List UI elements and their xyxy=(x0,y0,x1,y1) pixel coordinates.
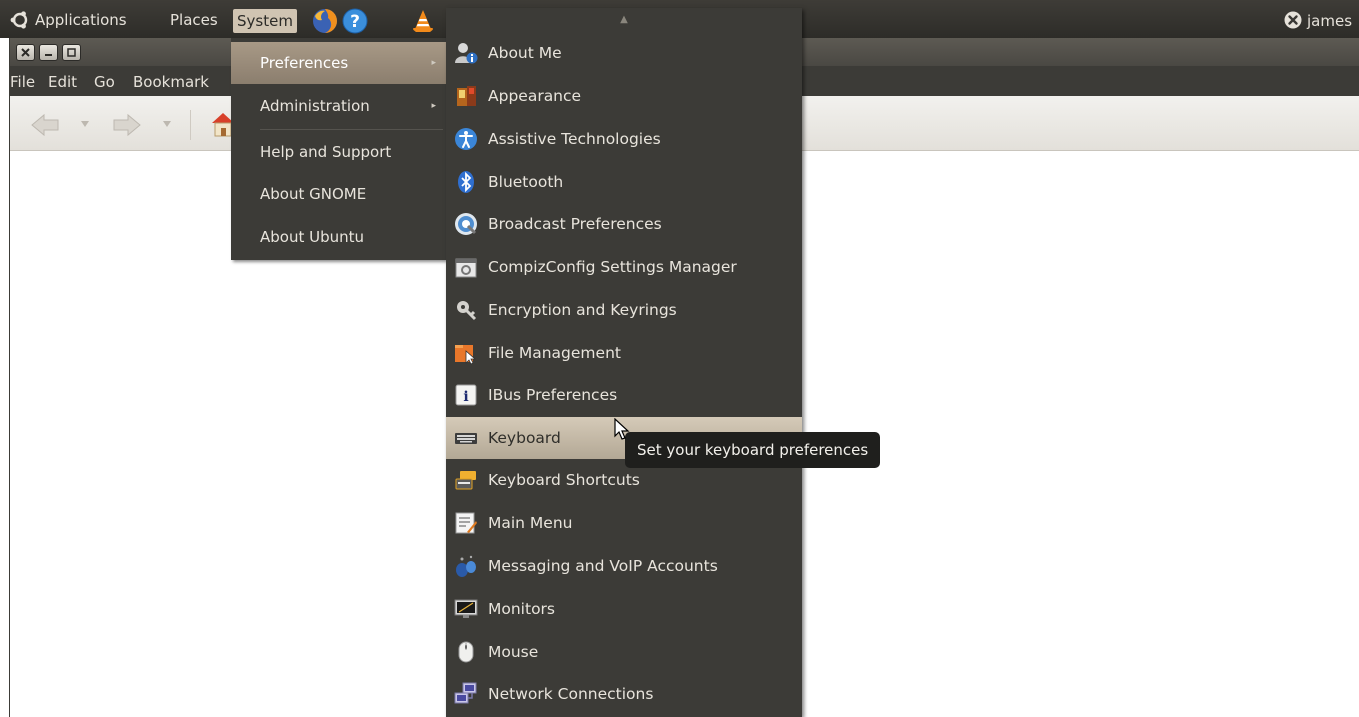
pref-item-label: IBus Preferences xyxy=(488,386,618,404)
forward-arrow-icon[interactable] xyxy=(112,112,142,138)
svg-text:?: ? xyxy=(350,12,360,32)
scroll-up-arrow-icon[interactable]: ▲ xyxy=(446,8,802,32)
back-history-dropdown-icon[interactable] xyxy=(80,120,90,128)
file-management-icon xyxy=(455,345,477,365)
accessibility-icon xyxy=(455,128,477,150)
keyboard-tooltip: Set your keyboard preferences xyxy=(625,432,881,468)
bluetooth-icon xyxy=(458,171,474,193)
menu-item-administration[interactable]: Administration ▸ xyxy=(231,85,446,127)
menu-bookmarks[interactable]: Bookmark xyxy=(133,73,209,91)
menu-edit[interactable]: Edit xyxy=(48,73,77,91)
close-button[interactable] xyxy=(16,44,35,61)
user-menu[interactable]: james xyxy=(1283,10,1352,30)
keyring-icon xyxy=(457,301,477,321)
menu-item-label: Help and Support xyxy=(260,143,392,161)
pref-item-label: Assistive Technologies xyxy=(488,130,661,148)
appearance-icon xyxy=(457,86,476,106)
pref-item-appearance[interactable]: Appearance xyxy=(446,75,802,117)
pref-item-label: Messaging and VoIP Accounts xyxy=(488,557,718,575)
pref-item-messaging-voip[interactable]: Messaging and VoIP Accounts xyxy=(446,545,802,587)
vlc-icon[interactable] xyxy=(410,8,436,34)
pref-item-label: Broadcast Preferences xyxy=(488,215,662,233)
maximize-button[interactable] xyxy=(62,44,81,61)
pref-item-bluetooth[interactable]: Bluetooth xyxy=(446,161,802,203)
menu-item-label: About GNOME xyxy=(260,185,367,203)
places-menu[interactable]: Places xyxy=(170,10,218,30)
pref-item-label: Mouse xyxy=(488,643,539,661)
minimize-button[interactable] xyxy=(39,44,58,61)
pref-item-label: File Management xyxy=(488,344,621,362)
pref-item-label: CompizConfig Settings Manager xyxy=(488,258,737,276)
pref-item-label: Bluetooth xyxy=(488,173,564,191)
menu-item-label: Administration xyxy=(260,97,370,115)
broadcast-icon xyxy=(455,213,477,235)
menu-go[interactable]: Go xyxy=(94,73,115,91)
pref-item-assistive-technologies[interactable]: Assistive Technologies xyxy=(446,118,802,160)
pref-item-label: About Me xyxy=(488,44,562,62)
pref-item-network-connections[interactable]: Network Connections xyxy=(446,673,802,715)
pref-item-label: Keyboard xyxy=(488,429,561,447)
menu-item-about-gnome[interactable]: About GNOME xyxy=(231,173,446,215)
submenu-arrow-icon: ▸ xyxy=(431,101,436,111)
svg-text:i: i xyxy=(463,389,468,405)
firefox-icon[interactable] xyxy=(312,8,338,34)
pref-item-compizconfig[interactable]: CompizConfig Settings Manager xyxy=(446,246,802,288)
mouse-pointer-icon xyxy=(614,418,630,440)
pref-item-monitors[interactable]: Monitors xyxy=(446,588,802,630)
user-status-icon xyxy=(1284,11,1302,29)
keyboard-icon xyxy=(455,433,477,444)
minimize-icon xyxy=(45,54,52,56)
menu-file[interactable]: File xyxy=(10,73,35,91)
monitor-icon xyxy=(454,599,478,618)
pref-item-label: Appearance xyxy=(488,87,582,105)
pref-item-file-management[interactable]: File Management xyxy=(446,332,802,374)
back-arrow-icon[interactable] xyxy=(30,112,60,138)
keyboard-shortcuts-icon xyxy=(455,471,476,490)
maximize-icon xyxy=(67,48,76,57)
pref-item-label: Network Connections xyxy=(488,685,654,703)
pref-item-about-me[interactable]: About Me xyxy=(446,32,802,74)
pref-item-label: Main Menu xyxy=(488,514,573,532)
pref-item-broadcast-preferences[interactable]: Broadcast Preferences xyxy=(446,203,802,245)
pref-item-label: Monitors xyxy=(488,600,555,618)
mouse-icon xyxy=(458,641,474,663)
main-menu-icon xyxy=(455,512,477,534)
ubuntu-logo-icon[interactable] xyxy=(10,10,30,30)
ibus-icon: i xyxy=(455,384,477,406)
menu-item-help-and-support[interactable]: Help and Support xyxy=(231,131,446,173)
help-icon[interactable]: ? xyxy=(342,8,368,34)
preferences-submenu: ▲ About Me Appearance Assistive Technolo… xyxy=(446,8,802,717)
menu-item-about-ubuntu[interactable]: About Ubuntu xyxy=(231,216,446,258)
compizconfig-icon xyxy=(455,258,477,278)
menu-item-label: Preferences xyxy=(260,54,349,72)
about-me-icon xyxy=(455,43,478,64)
pref-item-ibus-preferences[interactable]: i IBus Preferences xyxy=(446,374,802,416)
menu-separator xyxy=(260,129,443,130)
forward-history-dropdown-icon[interactable] xyxy=(162,120,172,128)
menu-item-preferences[interactable]: Preferences ▸ xyxy=(231,42,446,84)
system-menu[interactable]: System xyxy=(233,9,297,33)
pref-item-encryption-keyrings[interactable]: Encryption and Keyrings xyxy=(446,289,802,331)
system-dropdown-menu: Preferences ▸ Administration ▸ Help and … xyxy=(231,38,446,260)
menu-item-label: About Ubuntu xyxy=(260,228,365,246)
applications-menu[interactable]: Applications xyxy=(35,10,127,30)
pref-item-mouse[interactable]: Mouse xyxy=(446,631,802,673)
pref-item-label: Encryption and Keyrings xyxy=(488,301,677,319)
user-name: james xyxy=(1307,12,1353,30)
toolbar-separator xyxy=(190,110,191,140)
submenu-arrow-icon: ▸ xyxy=(431,58,436,68)
pref-item-main-menu[interactable]: Main Menu xyxy=(446,502,802,544)
pref-item-label: Keyboard Shortcuts xyxy=(488,471,640,489)
close-icon xyxy=(21,48,30,57)
network-icon xyxy=(454,682,477,704)
messaging-icon xyxy=(456,555,476,577)
